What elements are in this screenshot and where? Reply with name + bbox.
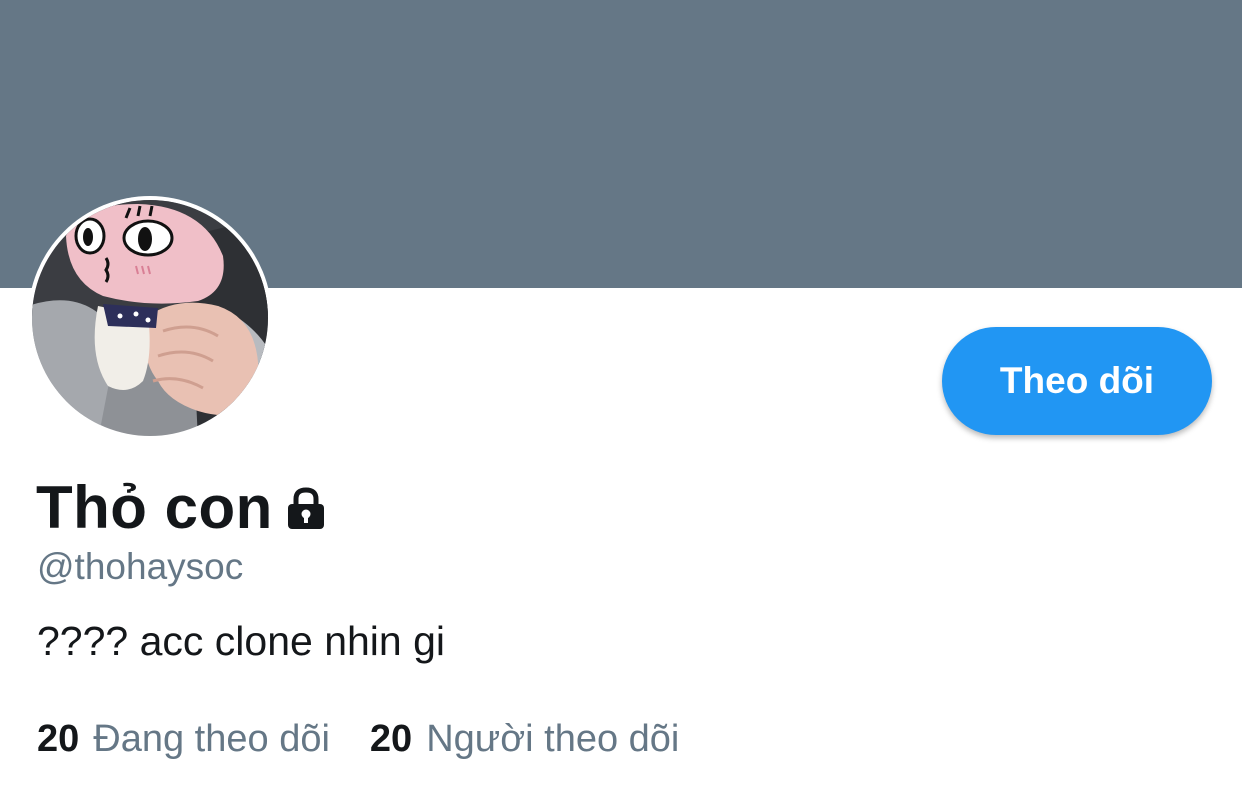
display-name: Thỏ con (36, 473, 273, 541)
following-label: Đang theo dõi (93, 718, 330, 760)
followers-label: Người theo dõi (426, 718, 680, 760)
followers-stat[interactable]: 20 Người theo dõi (370, 718, 679, 761)
profile-name-row: Thỏ con (36, 472, 329, 542)
avatar-image (32, 200, 268, 436)
following-count: 20 (37, 718, 80, 760)
followers-count: 20 (369, 718, 413, 760)
profile-stats: 20 Đang theo dõi 20 Người theo dõi (37, 718, 719, 761)
profile-bio: ???? acc clone nhin gi (37, 618, 446, 664)
profile-handle: @thohaysoc (37, 546, 244, 587)
avatar[interactable] (28, 196, 272, 440)
follow-button[interactable]: Theo dõi (942, 327, 1212, 435)
lock-icon (283, 485, 329, 536)
profile-page: Theo dõi Thỏ con @thohaysoc ???? acc clo… (0, 0, 1242, 794)
following-stat[interactable]: 20 Đang theo dõi (37, 718, 330, 761)
